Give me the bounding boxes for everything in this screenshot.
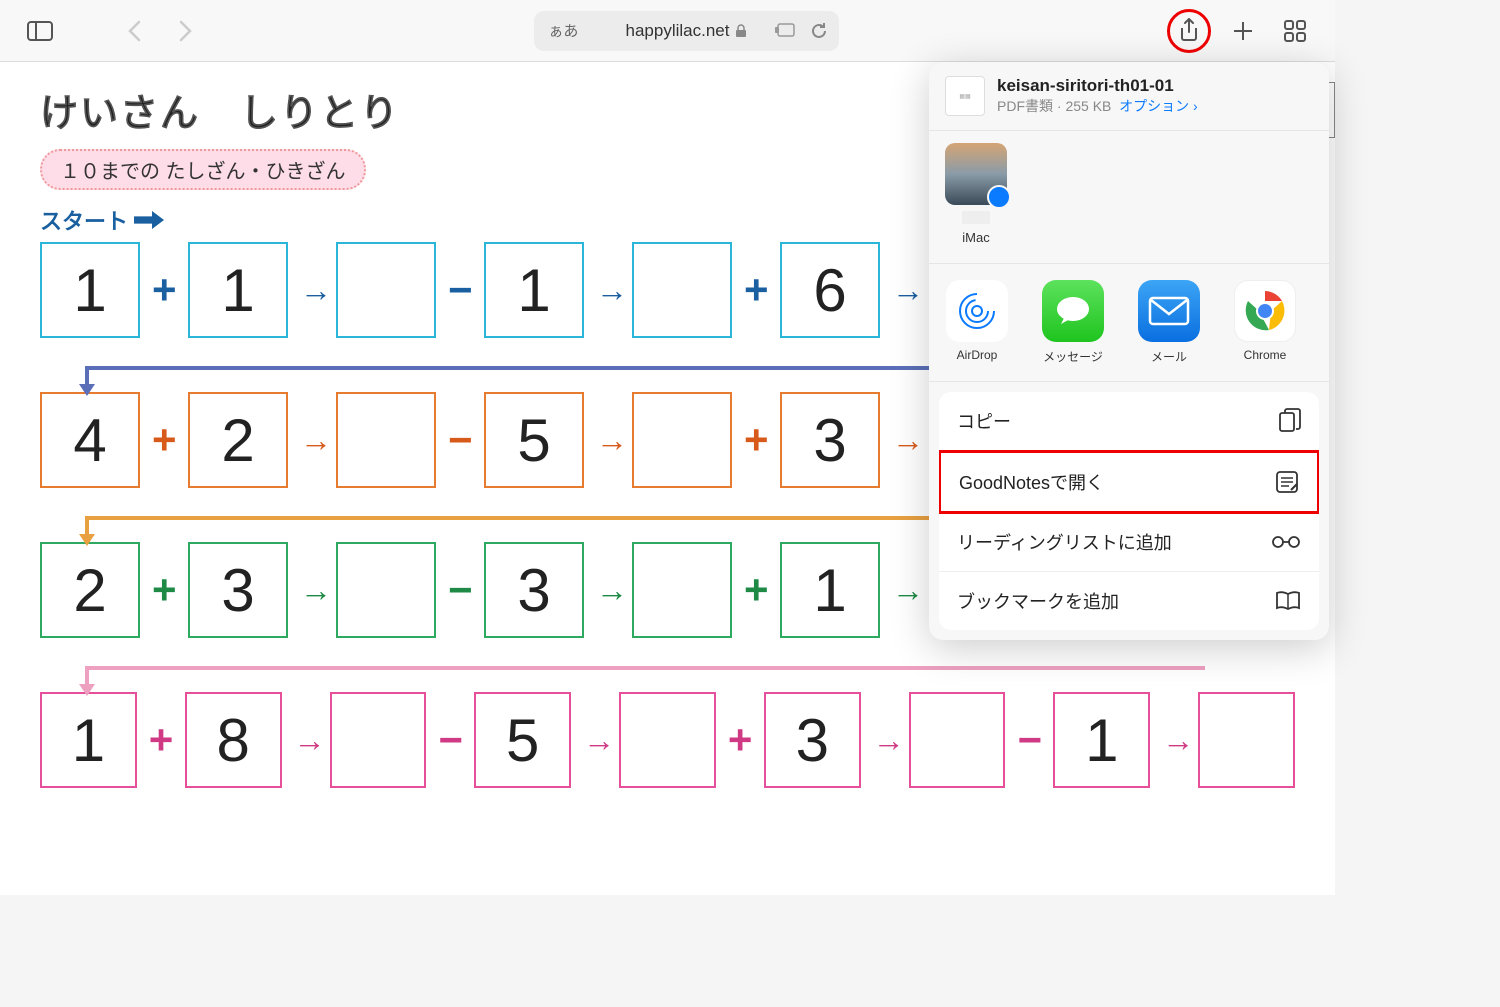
share-filename: keisan-siritori-th01-01 xyxy=(997,76,1198,96)
lock-icon xyxy=(735,24,747,38)
share-actions-list: コピー GoodNotesで開く リーディングリストに追加 ブックマークを追加 xyxy=(939,392,1319,630)
airdrop-device[interactable]: iMac xyxy=(945,143,1007,245)
action-copy[interactable]: コピー xyxy=(939,392,1319,451)
tabs-overview-button[interactable] xyxy=(1275,11,1315,51)
share-header: ▦▦ keisan-siritori-th01-01 PDF書類 · 255 K… xyxy=(929,62,1329,131)
share-button[interactable] xyxy=(1170,11,1208,51)
goodnotes-icon xyxy=(1275,470,1299,494)
airdrop-device-icon xyxy=(945,143,1007,205)
copy-icon xyxy=(1279,408,1301,434)
share-button-highlight xyxy=(1167,9,1211,53)
new-tab-button[interactable] xyxy=(1223,11,1263,51)
share-apps-row: AirDrop メッセージ メール Chrome N xyxy=(929,264,1329,382)
action-reading-list[interactable]: リーディングリストに追加 xyxy=(939,513,1319,572)
action-bookmark[interactable]: ブックマークを追加 xyxy=(939,572,1319,630)
browser-toolbar: ぁあ happylilac.net xyxy=(0,0,1335,62)
address-bar[interactable]: ぁあ happylilac.net xyxy=(534,11,838,51)
airdrop-icon xyxy=(946,280,1008,342)
back-button[interactable] xyxy=(114,11,154,51)
start-arrow-icon xyxy=(134,211,164,229)
app-next[interactable]: N xyxy=(1323,280,1329,365)
book-icon xyxy=(1275,591,1301,611)
file-thumbnail: ▦▦ xyxy=(945,76,985,116)
sidebar-toggle-icon[interactable] xyxy=(20,11,60,51)
calc-row-4: 1 + 8 → − 5 → + 3 → − 1 → xyxy=(40,692,1295,788)
app-mail[interactable]: メール xyxy=(1131,280,1207,365)
share-sheet: ▦▦ keisan-siritori-th01-01 PDF書類 · 255 K… xyxy=(929,62,1329,640)
share-meta: PDF書類 · 255 KB オプション › xyxy=(997,96,1198,116)
airdrop-section: iMac xyxy=(929,131,1329,264)
share-options-link[interactable]: オプション › xyxy=(1119,98,1198,114)
forward-button[interactable] xyxy=(166,11,206,51)
chrome-icon xyxy=(1234,280,1296,342)
app-chrome[interactable]: Chrome xyxy=(1227,280,1303,365)
action-goodnotes[interactable]: GoodNotesで開く xyxy=(939,450,1319,514)
reload-icon[interactable] xyxy=(809,21,829,41)
messages-icon xyxy=(1042,280,1104,342)
reader-button[interactable]: ぁあ xyxy=(548,20,578,41)
extensions-icon[interactable] xyxy=(775,21,797,41)
glasses-icon xyxy=(1271,535,1301,549)
page-url: happylilac.net xyxy=(626,21,730,41)
app-messages[interactable]: メッセージ xyxy=(1035,280,1111,365)
mail-icon xyxy=(1138,280,1200,342)
row-connector-3 xyxy=(85,666,1295,680)
worksheet-subtitle: １０までの たしざん・ひきざん xyxy=(40,149,366,190)
app-airdrop[interactable]: AirDrop xyxy=(939,280,1015,365)
